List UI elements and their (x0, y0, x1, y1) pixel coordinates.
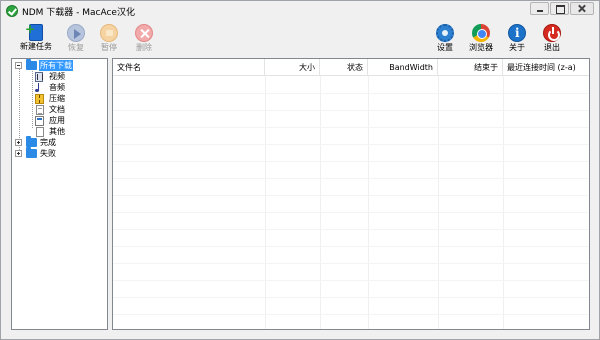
pause-label: 暂停 (101, 43, 117, 52)
folder-icon (26, 136, 37, 147)
tree-label-failed: 失败 (40, 149, 56, 158)
browser-icon (472, 24, 490, 42)
column-divider (438, 76, 439, 329)
settings-label: 设置 (437, 43, 453, 52)
close-button[interactable] (570, 2, 594, 15)
about-button[interactable]: 关于 (497, 22, 537, 56)
column-divider (265, 76, 266, 329)
delete-label: 删除 (136, 43, 152, 52)
row-divider (113, 93, 589, 94)
tree-item-failed[interactable]: 失败 (15, 147, 106, 159)
row-divider (113, 229, 589, 230)
delete-button[interactable]: 删除 (124, 22, 164, 56)
minimize-button[interactable] (530, 2, 549, 15)
toolbar: 新建任务 恢复 暂停 删除 设置 浏览器 关于 退出 (1, 21, 599, 57)
row-divider (113, 246, 589, 247)
tree-connector (32, 71, 33, 128)
row-divider (113, 314, 589, 315)
tree-label-applications: 应用 (49, 116, 65, 125)
window-title: NDM 下载器 - MacAce汉化 (22, 8, 135, 18)
tree-label-audio: 音频 (49, 83, 65, 92)
download-list: 文件名 大小 状态 BandWidth 结束于 最近连接时间 (z-a) (112, 58, 590, 330)
column-header-size[interactable]: 大小 (265, 59, 320, 76)
folder-icon (26, 59, 37, 70)
tree-label-video: 视频 (49, 72, 65, 81)
browser-label: 浏览器 (469, 43, 493, 52)
title-bar: NDM 下载器 - MacAce汉化 (1, 1, 599, 21)
info-icon (508, 24, 526, 42)
row-divider (113, 144, 589, 145)
app-window: NDM 下载器 - MacAce汉化 新建任务 恢复 暂停 删除 设置 浏览器 (0, 0, 600, 340)
row-divider (113, 178, 589, 179)
tree-item-video[interactable]: 视频 (34, 71, 104, 82)
tree-item-all-downloads[interactable]: 所有下载 (15, 59, 106, 71)
new-task-button[interactable]: 新建任务 (16, 22, 56, 56)
column-header-finished[interactable]: 结束于 (438, 59, 503, 76)
tree-label-all-downloads: 所有下载 (39, 60, 73, 71)
row-divider (113, 195, 589, 196)
collapse-expander[interactable] (15, 62, 22, 69)
exit-label: 退出 (544, 43, 560, 52)
about-label: 关于 (509, 43, 525, 52)
row-divider (113, 297, 589, 298)
new-task-icon (25, 22, 43, 41)
tree-item-archive[interactable]: 压缩 (34, 93, 104, 104)
column-divider (320, 76, 321, 329)
column-divider (368, 76, 369, 329)
video-icon (35, 72, 43, 82)
expand-expander[interactable] (15, 150, 22, 157)
pause-button[interactable]: 暂停 (89, 22, 129, 56)
pause-icon (100, 24, 118, 42)
tree-label-completed: 完成 (40, 138, 56, 147)
row-divider (113, 280, 589, 281)
row-divider (113, 212, 589, 213)
exit-button[interactable]: 退出 (532, 22, 572, 56)
settings-button[interactable]: 设置 (425, 22, 465, 56)
list-header: 文件名 大小 状态 BandWidth 结束于 最近连接时间 (z-a) (113, 59, 589, 76)
tree-label-other: 其他 (49, 127, 65, 136)
category-tree: 所有下载 视频 音频 压缩 文档 应用 其他 完成 失败 (11, 58, 108, 330)
column-divider (503, 76, 504, 329)
tree-item-audio[interactable]: 音频 (34, 82, 104, 93)
tree-label-archive: 压缩 (49, 94, 65, 103)
browser-button[interactable]: 浏览器 (461, 22, 501, 56)
tree-item-other[interactable]: 其他 (34, 126, 104, 137)
archive-icon (35, 94, 44, 104)
tree-item-documents[interactable]: 文档 (34, 104, 104, 115)
tree-item-applications[interactable]: 应用 (34, 115, 104, 126)
folder-icon (26, 147, 37, 158)
row-divider (113, 110, 589, 111)
play-icon (67, 24, 85, 42)
music-note-icon (34, 83, 45, 92)
maximize-button[interactable] (550, 2, 569, 15)
document-icon (36, 105, 44, 115)
file-icon (36, 127, 44, 137)
gear-icon (436, 24, 454, 42)
app-logo-icon (6, 5, 18, 17)
column-header-filename[interactable]: 文件名 (113, 59, 265, 76)
row-divider (113, 161, 589, 162)
row-divider (113, 127, 589, 128)
column-header-last-connected[interactable]: 最近连接时间 (z-a) (503, 59, 589, 76)
application-icon (35, 116, 44, 126)
new-task-label: 新建任务 (20, 42, 52, 51)
tree-label-documents: 文档 (49, 105, 65, 114)
column-header-bandwidth[interactable]: BandWidth (368, 59, 438, 76)
delete-icon (135, 24, 153, 42)
expand-expander[interactable] (15, 139, 22, 146)
row-divider (113, 263, 589, 264)
column-header-status[interactable]: 状态 (320, 59, 368, 76)
power-icon (543, 24, 561, 42)
